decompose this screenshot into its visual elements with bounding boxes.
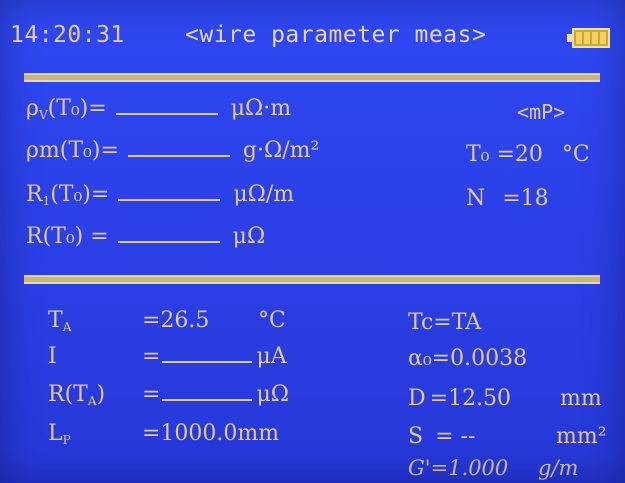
ta-unit: °C: [258, 308, 286, 333]
r-row: R(T₀) = μΩ: [26, 224, 265, 249]
rta-row: R(TA) = μΩ: [48, 382, 289, 408]
current-row: I = μA: [48, 344, 287, 369]
n-row: N =18: [466, 186, 549, 211]
battery-icon: [567, 28, 611, 48]
s-unit: mm²: [556, 424, 607, 449]
r1-value-field: [118, 198, 221, 201]
current-field: = μA: [142, 344, 287, 369]
rho-v-label: ρV(T₀)=: [26, 96, 107, 122]
rho-m-row: ρm(T₀)= g·Ω/m²: [26, 138, 319, 163]
s-row: S = -- mm²: [408, 424, 607, 449]
clock: 14:20:31: [10, 22, 125, 48]
current-unit: μA: [256, 344, 287, 369]
lp-row: LP =1000.0mm: [48, 421, 279, 447]
ta-value: =26.5: [142, 308, 210, 333]
g-unit: g/m: [538, 456, 579, 480]
lp-value: =1000.0mm: [142, 421, 280, 446]
g-row: G'=1.000 g/m: [408, 456, 578, 480]
rho-v-unit: μΩ·m: [230, 96, 292, 121]
r-label: R(T₀) =: [26, 224, 109, 249]
s-value: = --: [435, 424, 476, 449]
rta-label: R(TA): [48, 382, 106, 408]
n-value: =18: [502, 186, 549, 211]
screen-title: <wire parameter meas>: [185, 22, 487, 48]
rho-m-value-field: [127, 154, 230, 157]
ta-row: TA =26.5 °C: [48, 308, 286, 334]
r-value-field: [117, 240, 220, 243]
n-label: N: [466, 186, 486, 211]
d-value: =12.50: [429, 386, 512, 411]
r-unit: μΩ: [232, 224, 266, 249]
g-value: =1.000: [430, 456, 509, 480]
r1-label: R1(T₀)=: [26, 182, 110, 208]
t0-value: 20: [514, 142, 543, 167]
mode-indicator: <mP>: [517, 100, 566, 124]
header-bar: 14:20:31 <wire parameter meas>: [10, 22, 615, 58]
rho-m-unit: g·Ω/m²: [242, 138, 320, 163]
rho-v-value-field: [115, 112, 218, 115]
t0-row: T₀ =20 °C: [466, 142, 590, 167]
d-row: D =12.50 mm: [408, 386, 602, 411]
r1-unit: μΩ/m: [233, 182, 295, 207]
alpha0-row: α₀=0.0038: [408, 346, 528, 371]
top-divider: [24, 73, 600, 82]
rta-unit: μΩ: [256, 382, 289, 407]
rho-m-label: ρm(T₀)=: [26, 138, 119, 163]
rho-v-row: ρV(T₀)= μΩ·m: [26, 96, 291, 122]
rta-field: = μΩ: [142, 382, 289, 407]
current-label: I: [48, 344, 57, 369]
d-label: D: [408, 386, 426, 411]
lp-label: LP: [48, 421, 71, 447]
t0-label: T₀ =: [466, 142, 515, 167]
ta-label: TA: [48, 308, 72, 334]
r1-row: R1(T₀)= μΩ/m: [26, 182, 294, 208]
d-unit: mm: [560, 386, 602, 411]
tc-row: Tc=TA: [408, 310, 482, 335]
lcd-screen: 14:20:31 <wire parameter meas> ρV(T₀)= μ…: [0, 0, 625, 483]
bottom-divider: [24, 275, 600, 284]
t0-unit: °C: [561, 142, 590, 167]
g-label: G': [408, 456, 431, 480]
s-label: S: [408, 424, 424, 449]
